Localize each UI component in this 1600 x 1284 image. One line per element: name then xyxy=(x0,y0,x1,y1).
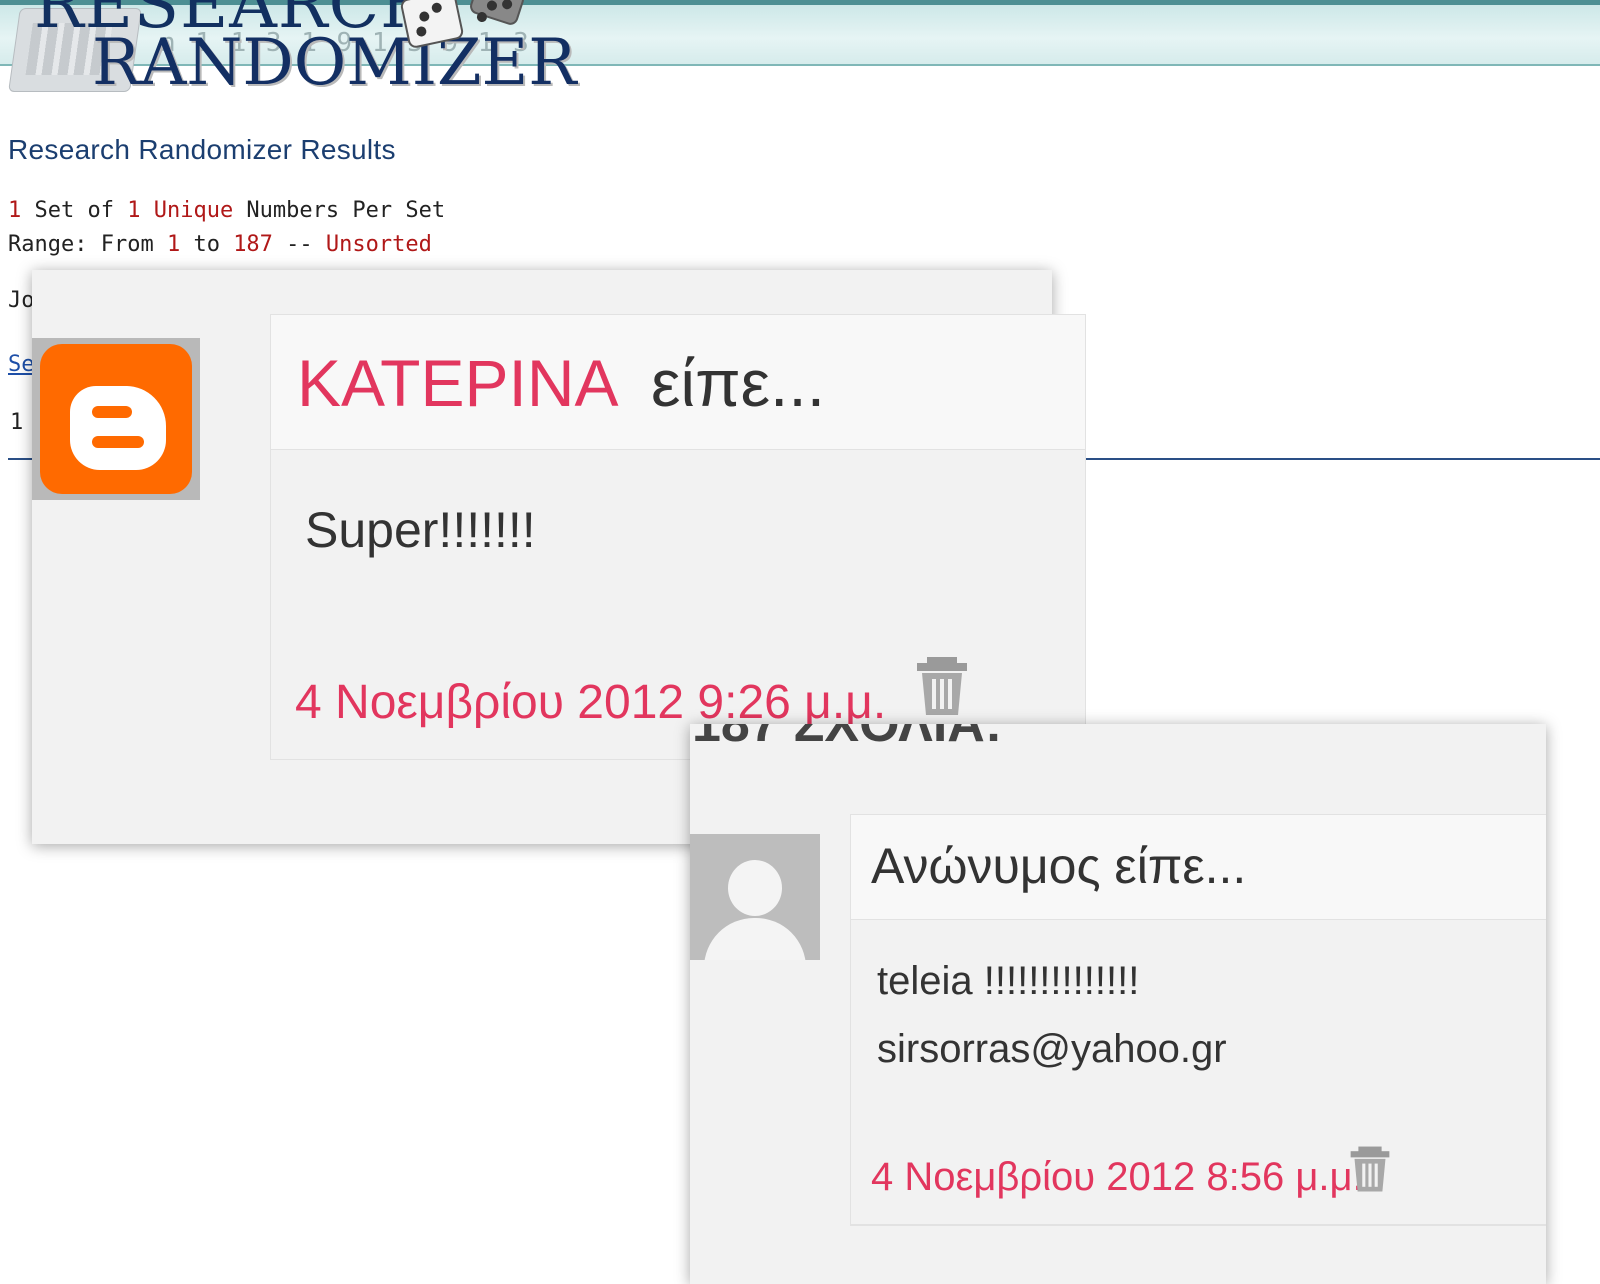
set-count: 1 xyxy=(8,198,22,223)
unique-word: Unique xyxy=(140,198,234,223)
trash-icon[interactable] xyxy=(1347,1145,1393,1193)
comment-email: sirsorras@yahoo.gr xyxy=(877,1027,1227,1071)
range-from: 1 xyxy=(166,232,181,257)
comment-header: ΚΑΤΕΡΙΝΑ είπε... xyxy=(271,315,1085,450)
range-to-text: to xyxy=(180,232,234,257)
comment-body: Ανώνυμος είπε... teleia !!!!!!!!!!!!!! s… xyxy=(850,814,1546,1226)
set-of-text: Set of xyxy=(21,198,128,223)
sets-summary: 1 Set of 1 Unique Numbers Per Set xyxy=(8,198,445,223)
page-title: Research Randomizer Results xyxy=(8,134,396,165)
site-logo[interactable]: n 1 1 3 1 9 1 3 9 1 3 RESEARCH RANDOMIZE… xyxy=(0,0,576,105)
range-label: Range: From xyxy=(8,232,167,257)
default-avatar-icon xyxy=(690,834,820,960)
range-to: 187 xyxy=(233,232,273,257)
comment-date-link[interactable]: 4 Νοεμβρίου 2012 8:56 μ.μ. xyxy=(871,1155,1364,1200)
obscured-link[interactable]: Se xyxy=(8,352,35,377)
comment-body: ΚΑΤΕΡΙΝΑ είπε... Super!!!!!!! 4 Νοεμβρίο… xyxy=(270,314,1086,760)
comment-header: Ανώνυμος είπε... xyxy=(851,815,1546,920)
comment-author-said: Ανώνυμος είπε... xyxy=(871,838,1247,894)
comment-date-link[interactable]: 4 Νοεμβρίου 2012 9:26 μ.μ. xyxy=(295,675,886,730)
comment-said-label: είπε... xyxy=(651,346,826,420)
trash-icon[interactable] xyxy=(913,655,971,717)
comment-text: teleia !!!!!!!!!!!!!! xyxy=(877,959,1140,1003)
comment-card-anonymous: 187 ΣΧΟΛΙΑ: Ανώνυμος είπε... teleia !!!!… xyxy=(690,724,1546,1284)
result-number: 1 xyxy=(10,410,24,435)
comments-count-heading: 187 ΣΧΟΛΙΑ: xyxy=(692,724,1003,753)
range-summary: Range: From 1 to 187 -- Unsorted xyxy=(8,232,432,257)
divider xyxy=(850,1224,1546,1226)
obscured-text: Jo xyxy=(8,288,35,313)
comment-text: Super!!!!!!! xyxy=(305,502,536,558)
logo-word-randomizer: RANDOMIZER xyxy=(92,26,577,100)
per-set-text: Numbers Per Set xyxy=(233,198,446,223)
comment-author-link[interactable]: ΚΑΤΕΡΙΝΑ xyxy=(297,345,619,421)
unique-count: 1 xyxy=(127,198,141,223)
blogger-icon[interactable] xyxy=(32,338,200,500)
sort-mode: Unsorted xyxy=(325,232,432,257)
dice-icon xyxy=(467,0,527,27)
range-sep: -- xyxy=(272,232,326,257)
